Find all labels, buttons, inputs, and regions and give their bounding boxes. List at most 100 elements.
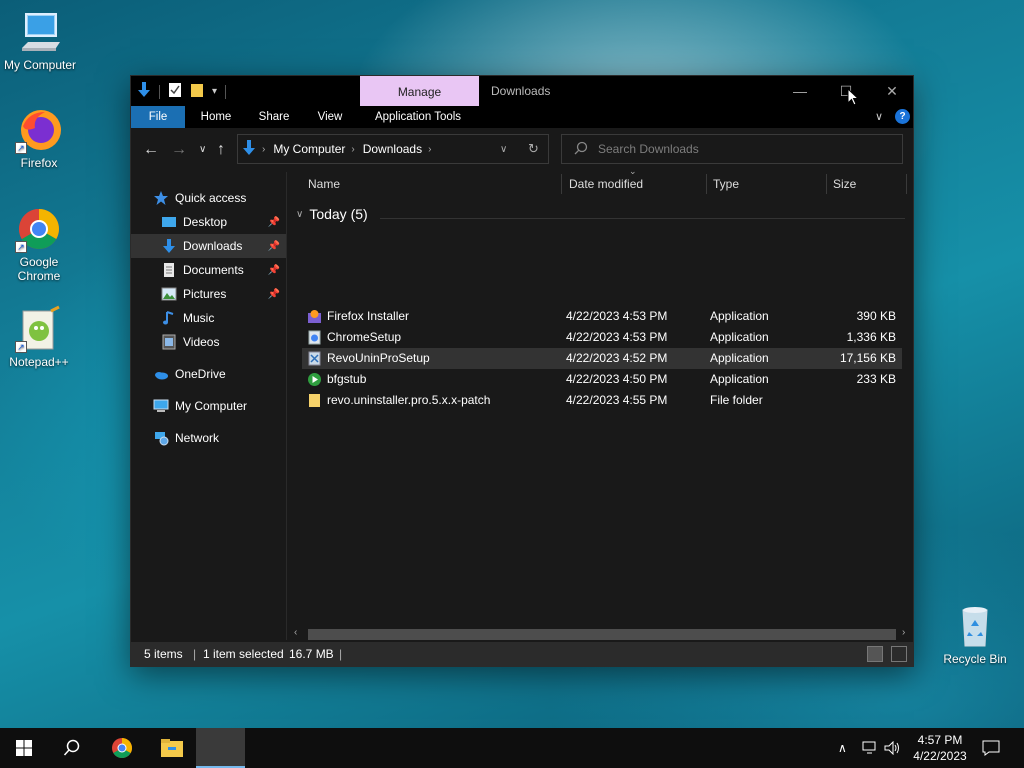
address-history-chevron-icon[interactable]: ∨ [500, 144, 507, 155]
file-list[interactable]: Name ⌄ Date modified Type Size ∨ Today (… [288, 166, 913, 640]
show-hidden-icons-chevron-icon[interactable]: ∧ [838, 728, 847, 768]
maximize-button[interactable]: ☐ [823, 76, 869, 106]
recent-locations-chevron-icon[interactable]: ∨ [199, 140, 206, 160]
notification-icon[interactable] [982, 728, 1000, 768]
desktop-icon-recycle-bin[interactable]: Recycle Bin [935, 602, 1015, 666]
pin-icon[interactable]: 📌 [268, 217, 280, 228]
new-folder-icon[interactable] [190, 82, 204, 101]
minimize-button[interactable]: — [777, 76, 823, 106]
column-divider[interactable] [906, 174, 907, 194]
horizontal-scrollbar[interactable]: ‹ › [288, 626, 913, 642]
desktop-icon-label: Google Chrome [17, 255, 61, 283]
taskbar-chrome-button[interactable] [98, 728, 146, 768]
folder-icon [161, 739, 183, 757]
file-size: 17,156 KB [839, 351, 896, 365]
sidebar-item-quick-access[interactable]: Quick access [131, 186, 286, 210]
pin-icon[interactable]: 📌 [268, 289, 280, 300]
pin-icon[interactable]: 📌 [268, 265, 280, 276]
navigation-bar: ← → ∨ ↑ › My Computer › Downloads › ∨ ↻ [131, 128, 913, 172]
file-type: Application [710, 309, 769, 323]
file-type: File folder [710, 393, 763, 407]
sidebar-item-onedrive[interactable]: OneDrive [131, 362, 286, 386]
file-row[interactable]: Firefox Installer 4/22/2023 4:53 PM Appl… [302, 306, 902, 327]
sidebar-item-downloads[interactable]: Downloads 📌 [131, 234, 286, 258]
tab-home[interactable]: Home [191, 106, 241, 128]
help-icon[interactable]: ? [895, 109, 910, 124]
desktop-icon-notepadpp[interactable]: ↗ Notepad++ [0, 305, 79, 369]
desktop-icon-label: Notepad++ [9, 355, 69, 369]
close-button[interactable]: ✕ [869, 76, 915, 106]
group-collapse-chevron-icon[interactable]: ∨ [296, 209, 303, 220]
up-button[interactable]: ↑ [217, 140, 225, 160]
sidebar-item-pictures[interactable]: Pictures 📌 [131, 282, 286, 306]
scroll-left-icon[interactable]: ‹ [294, 627, 297, 638]
breadcrumb-downloads[interactable]: Downloads [363, 142, 422, 156]
search-button[interactable] [48, 728, 96, 768]
qat-customize-icon[interactable]: ▾ [212, 86, 217, 97]
details-view-button[interactable] [867, 646, 883, 662]
pin-icon[interactable]: 📌 [268, 241, 280, 252]
file-explorer-window[interactable]: ▾ Manage Downloads — ☐ ✕ File Home Share… [130, 75, 914, 667]
desktop-icon-label: Firefox [20, 156, 58, 170]
column-header-name[interactable]: Name [308, 172, 340, 196]
mouse-cursor-icon [847, 87, 860, 109]
desktop-icon-firefox[interactable]: ↗ Firefox [0, 106, 79, 170]
breadcrumb-chevron-icon[interactable]: › [262, 144, 265, 155]
ribbon-expand-chevron-icon[interactable]: ∨ [875, 110, 883, 123]
tab-manage[interactable]: Manage [360, 76, 479, 106]
tab-share[interactable]: Share [249, 106, 299, 128]
breadcrumb-my-computer[interactable]: My Computer [273, 142, 345, 156]
taskbar-active-window-button[interactable] [196, 728, 245, 768]
folder-icon [307, 393, 322, 408]
sidebar-item-desktop[interactable]: Desktop 📌 [131, 210, 286, 234]
breadcrumb-chevron-icon[interactable]: › [351, 144, 354, 155]
address-bar[interactable]: › My Computer › Downloads › ∨ ↻ [237, 134, 549, 164]
group-label: Today (5) [309, 206, 368, 222]
start-button[interactable] [0, 728, 48, 768]
sidebar-item-network[interactable]: Network [131, 426, 286, 450]
scroll-right-icon[interactable]: › [902, 627, 905, 638]
refresh-icon[interactable]: ↻ [528, 141, 539, 157]
file-row[interactable]: bfgstub 4/22/2023 4:50 PM Application 23… [302, 369, 902, 390]
search-box[interactable] [561, 134, 903, 164]
column-divider[interactable] [561, 174, 562, 194]
shortcut-arrow-icon: ↗ [15, 241, 27, 253]
sidebar-item-music[interactable]: Music [131, 306, 286, 330]
breadcrumb-chevron-icon[interactable]: › [428, 144, 431, 155]
column-header-date-modified[interactable]: Date modified [569, 172, 643, 196]
scrollbar-thumb[interactable] [308, 629, 896, 640]
search-icon [63, 739, 80, 756]
network-tray-icon[interactable] [862, 728, 880, 768]
file-row[interactable]: ChromeSetup 4/22/2023 4:53 PM Applicatio… [302, 327, 902, 348]
taskbar-clock[interactable]: 4:57 PM 4/22/2023 [906, 732, 974, 764]
column-divider[interactable] [826, 174, 827, 194]
file-row[interactable]: RevoUninProSetup 4/22/2023 4:52 PM Appli… [302, 348, 902, 369]
sidebar-item-videos[interactable]: Videos [131, 330, 286, 354]
properties-icon[interactable] [168, 82, 182, 101]
group-header-today[interactable]: ∨ Today (5) [296, 206, 368, 222]
tab-view[interactable]: View [306, 106, 354, 128]
back-button[interactable]: ← [143, 140, 159, 160]
volume-icon[interactable] [884, 728, 902, 768]
sidebar-item-my-computer[interactable]: My Computer [131, 394, 286, 418]
sidebar-item-label: My Computer [175, 399, 248, 413]
tab-file[interactable]: File [131, 106, 185, 128]
column-divider[interactable] [706, 174, 707, 194]
sidebar-item-documents[interactable]: Documents 📌 [131, 258, 286, 282]
title-bar[interactable]: ▾ Manage Downloads — ☐ ✕ [131, 76, 913, 106]
column-header-size[interactable]: Size [833, 172, 856, 196]
sidebar-item-label: Pictures [183, 287, 227, 301]
file-name: revo.uninstaller.pro.5.x.x-patch [327, 393, 491, 407]
network-icon [153, 430, 169, 446]
forward-button[interactable]: → [171, 140, 187, 160]
search-input[interactable] [598, 142, 878, 156]
recycle-bin-icon [951, 602, 999, 650]
desktop-icon-chrome[interactable]: ↗ Google Chrome [0, 205, 79, 283]
column-header-type[interactable]: Type [713, 172, 739, 196]
taskbar-file-explorer-button[interactable] [148, 728, 196, 768]
tab-application-tools[interactable]: Application Tools [365, 106, 471, 128]
large-icons-view-button[interactable] [891, 646, 907, 662]
file-name: bfgstub [327, 372, 367, 386]
file-row[interactable]: revo.uninstaller.pro.5.x.x-patch 4/22/20… [302, 390, 902, 411]
desktop-icon-my-computer[interactable]: My Computer [0, 8, 80, 72]
